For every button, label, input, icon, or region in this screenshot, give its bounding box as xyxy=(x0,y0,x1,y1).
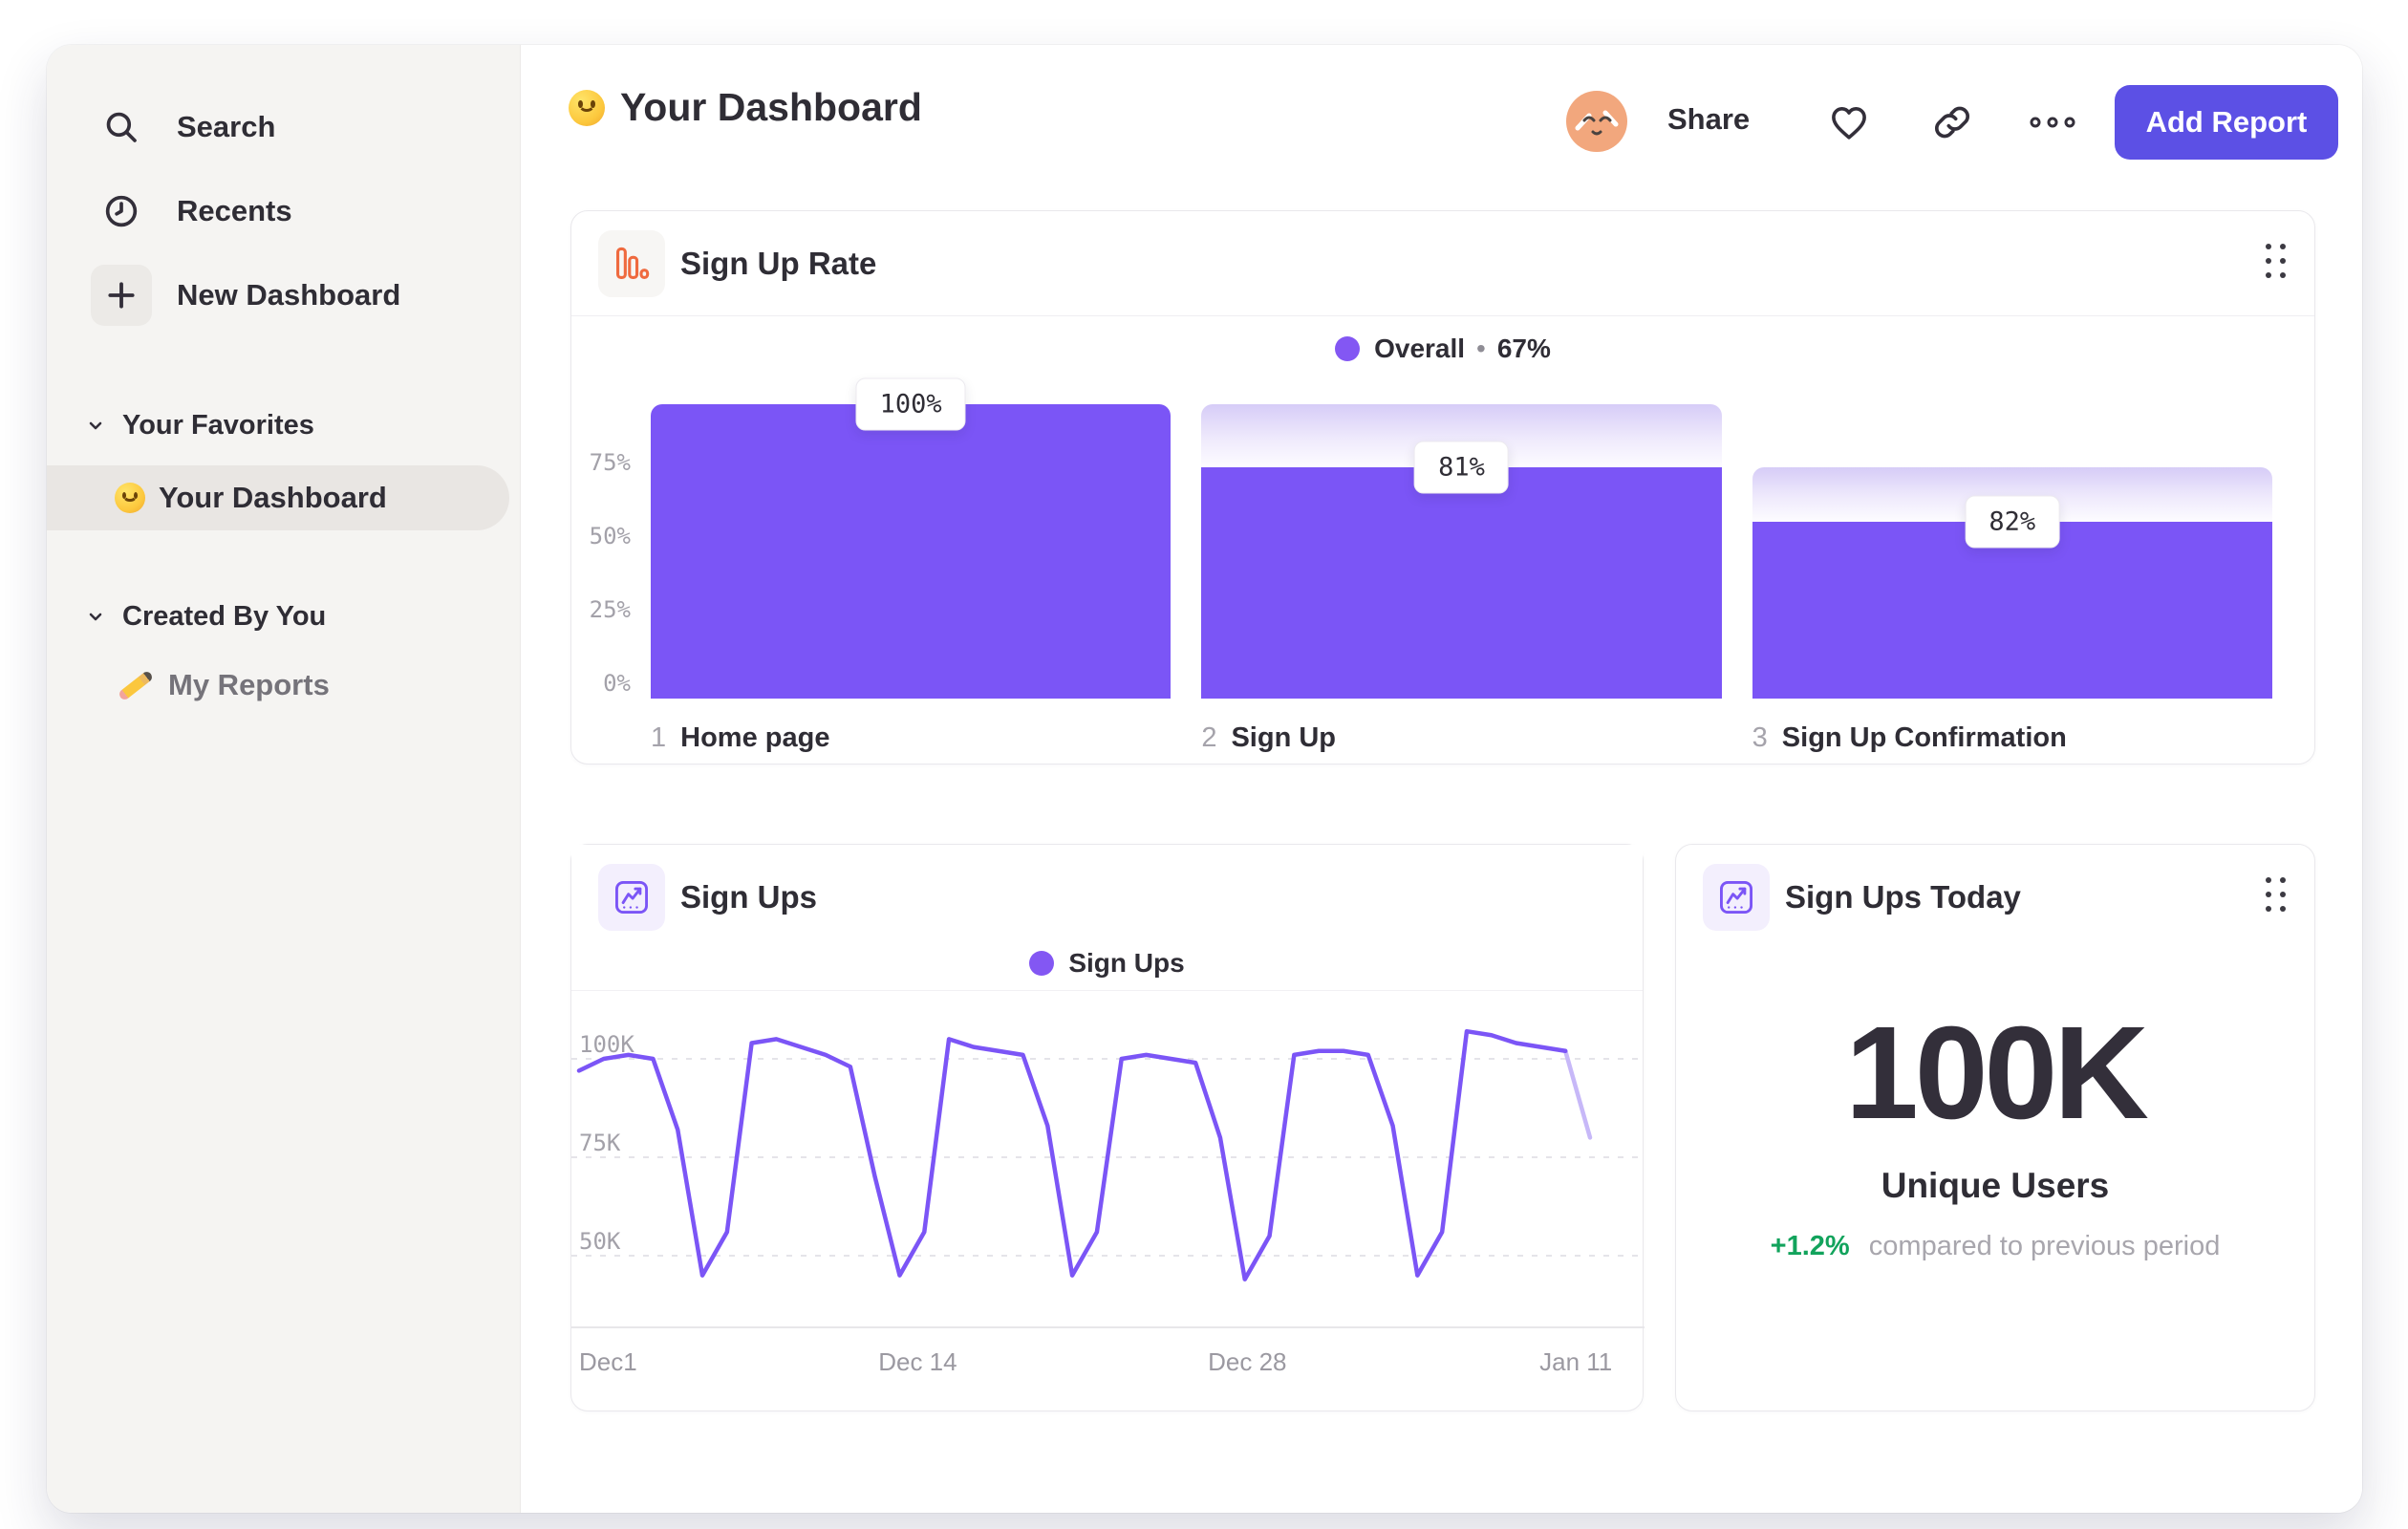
value-tooltip: 81% xyxy=(1414,441,1509,494)
legend-dot-icon xyxy=(1335,336,1361,361)
heart-icon xyxy=(1827,100,1871,147)
funnel-bar-sign-up-confirmation[interactable]: 82% xyxy=(1752,404,2272,699)
chevron-down-icon xyxy=(84,605,109,628)
legend-value: 67% xyxy=(1496,334,1551,363)
pencil-emoji-icon xyxy=(115,669,157,701)
card-title: Sign Ups xyxy=(680,879,818,915)
card-title: Sign Up Rate xyxy=(680,246,877,281)
plus-icon xyxy=(91,265,152,326)
sidebar: Search Recents New Dashboard Your Favori… xyxy=(47,45,521,1513)
sign-up-rate-card: Sign Up Rate Overall • 67% 75% 50% 25% 0% 1… xyxy=(570,210,2315,764)
copy-link-button[interactable] xyxy=(1925,97,1979,150)
card-header: Sign Ups xyxy=(571,845,1643,950)
main-content: Your Dashboard Share Add Report Sign Up … xyxy=(521,45,2362,1513)
clock-icon xyxy=(91,181,152,242)
y-tick-label: 25% xyxy=(589,596,631,623)
funnel-chart-icon xyxy=(598,230,665,297)
sidebar-item-recents[interactable]: Recents xyxy=(47,169,520,253)
step-label: 2 Sign Up xyxy=(1201,722,1337,753)
more-options-button[interactable] xyxy=(2026,97,2079,150)
app-window: Search Recents New Dashboard Your Favori… xyxy=(47,45,2362,1513)
step-label: 1 Home page xyxy=(651,722,830,753)
section-label: Your Favorites xyxy=(122,409,314,441)
smiley-emoji-icon xyxy=(115,483,145,513)
x-tick-label: Jan 11 xyxy=(1539,1347,1613,1376)
page-title-wrap: Your Dashboard xyxy=(569,85,922,130)
legend-separator: • xyxy=(1476,334,1486,363)
funnel-legend: Overall • 67% xyxy=(571,334,2314,364)
y-tick-label: 75K xyxy=(579,1130,621,1156)
y-tick-label: 75% xyxy=(589,449,631,476)
drag-handle[interactable] xyxy=(2266,244,2286,278)
user-avatar[interactable] xyxy=(1566,91,1627,152)
legend-series: Sign Ups xyxy=(1068,948,1185,978)
legend-dot-icon xyxy=(1029,951,1055,976)
line-chart-icon xyxy=(1703,864,1770,931)
y-tick-label: 100K xyxy=(579,1031,634,1058)
section-your-favorites[interactable]: Your Favorites xyxy=(84,397,520,454)
funnel-step-labels: 1 Home page 2 Sign Up 3 Sign Up Confirmatio… xyxy=(651,722,2272,754)
y-tick-label: 50% xyxy=(589,523,631,549)
line-legend: Sign Ups xyxy=(571,948,1643,979)
x-tick-label: Dec 14 xyxy=(878,1347,957,1376)
sign-ups-card: Sign Ups Sign Ups 100K 75K 50K Dec1 Dec 14 D… xyxy=(570,844,1645,1411)
value-tooltip: 100% xyxy=(855,377,966,431)
stat-delta: +1.2% compared to previous period xyxy=(1676,1231,2314,1262)
stat-label: Unique Users xyxy=(1881,1166,2110,1205)
share-button[interactable]: Share xyxy=(1667,102,1750,137)
link-icon xyxy=(1931,101,1973,146)
search-icon xyxy=(91,97,152,158)
sidebar-item-new-dashboard[interactable]: New Dashboard xyxy=(47,253,520,337)
card-header: Sign Ups Today xyxy=(1676,845,2314,950)
ellipsis-icon xyxy=(2028,114,2077,134)
add-report-button[interactable]: Add Report xyxy=(2115,85,2338,160)
funnel-bar-sign-up[interactable]: 81% xyxy=(1201,404,1722,699)
sidebar-item-label: Recents xyxy=(177,194,292,227)
section-created-by-you[interactable]: Created By You xyxy=(84,588,520,645)
stat-value: 100K xyxy=(1845,1000,2149,1147)
page-title: Your Dashboard xyxy=(620,85,922,129)
sidebar-item-label: Search xyxy=(177,110,276,143)
step-label: 3 Sign Up Confirmation xyxy=(1752,722,2067,753)
sidebar-item-your-dashboard[interactable]: Your Dashboard xyxy=(47,465,509,530)
sidebar-item-my-reports[interactable]: My Reports xyxy=(47,653,520,718)
sign-ups-today-card: Sign Ups Today 100K Unique Users +1.2% c… xyxy=(1675,844,2315,1411)
value-tooltip: 82% xyxy=(1965,495,2060,549)
funnel-bar-home-page[interactable]: 100% xyxy=(651,377,1172,699)
sidebar-item-search[interactable]: Search xyxy=(47,85,520,169)
dashboard-header: Your Dashboard Share Add Report xyxy=(521,45,2362,198)
drag-handle[interactable] xyxy=(2266,877,2286,912)
smiley-emoji-icon xyxy=(569,89,605,126)
line-chart-icon xyxy=(598,864,665,931)
delta-percent: +1.2% xyxy=(1770,1231,1850,1261)
y-tick-label: 50K xyxy=(579,1228,621,1255)
sidebar-item-label: Your Dashboard xyxy=(159,481,387,514)
favorite-button[interactable] xyxy=(1822,97,1876,150)
card-header: Sign Up Rate xyxy=(571,211,2314,316)
chevron-down-icon xyxy=(84,414,109,437)
sidebar-item-label: My Reports xyxy=(168,668,330,701)
funnel-plot: 100% 81% 82% xyxy=(651,377,2272,699)
x-tick-label: Dec1 xyxy=(579,1347,637,1376)
y-tick-label: 0% xyxy=(603,670,631,697)
legend-series: Overall xyxy=(1374,334,1466,363)
divider xyxy=(571,990,1643,991)
delta-note: compared to previous period xyxy=(1868,1231,2221,1261)
x-tick-label: Dec 28 xyxy=(1208,1347,1287,1376)
section-label: Created By You xyxy=(122,600,327,632)
card-title: Sign Ups Today xyxy=(1785,879,2021,915)
sidebar-item-label: New Dashboard xyxy=(177,278,401,312)
